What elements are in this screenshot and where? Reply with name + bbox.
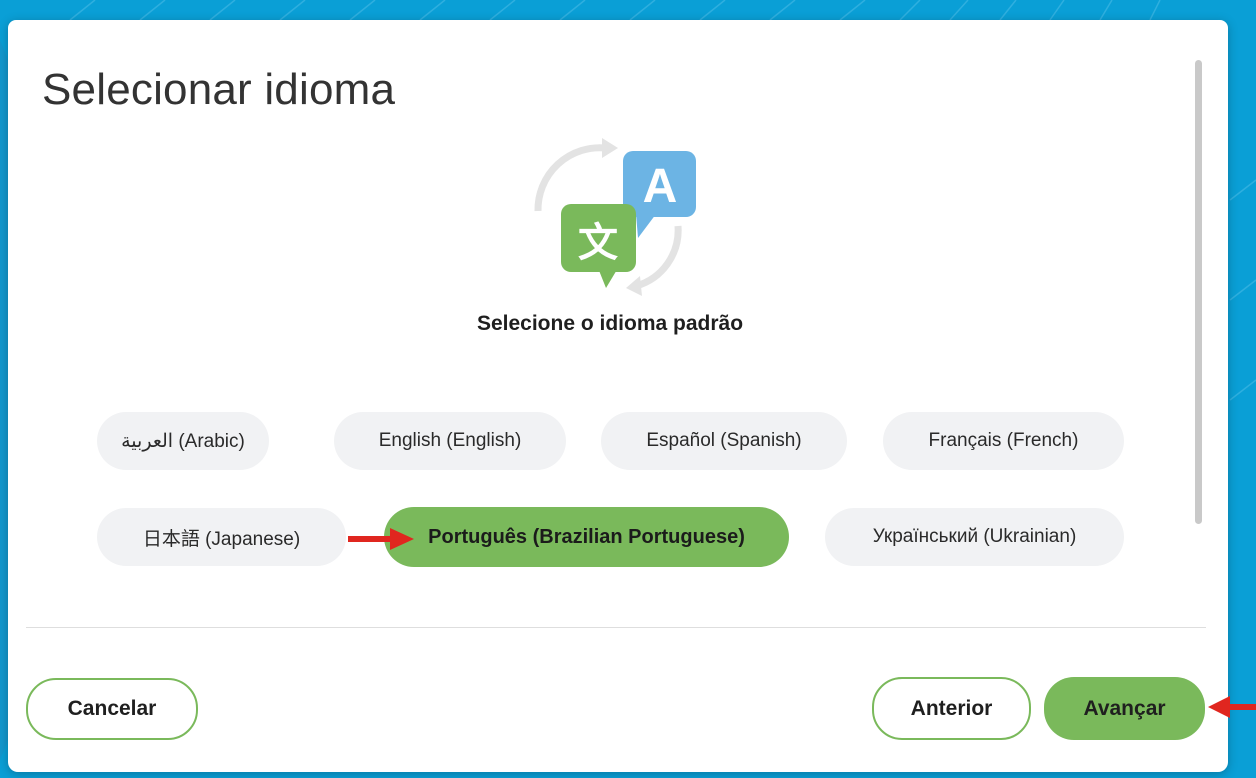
language-option-french[interactable]: Français (French): [883, 412, 1124, 470]
language-option-spanish[interactable]: Español (Spanish): [601, 412, 847, 470]
language-option-portuguese[interactable]: Português (Brazilian Portuguese): [384, 507, 789, 567]
language-option-japanese[interactable]: 日本語 (Japanese): [97, 508, 346, 566]
dialog-title: Selecionar idioma: [42, 65, 396, 114]
next-button[interactable]: Avançar: [1044, 677, 1205, 740]
svg-text:A: A: [643, 160, 678, 213]
language-translate-icon: A 文: [534, 138, 696, 296]
cancel-button[interactable]: Cancelar: [26, 678, 198, 740]
previous-button[interactable]: Anterior: [872, 677, 1031, 740]
language-option-arabic[interactable]: العربية (Arabic): [97, 412, 269, 470]
select-language-dialog: Selecionar idioma A 文 Selecione o idioma…: [8, 20, 1228, 772]
language-option-english[interactable]: English (English): [334, 412, 566, 470]
svg-text:文: 文: [578, 220, 618, 266]
scrollbar[interactable]: [1195, 60, 1202, 524]
annotation-arrow-icon: [348, 528, 414, 550]
dialog-subtitle: Selecione o idioma padrão: [476, 312, 744, 335]
language-option-ukrainian[interactable]: Український (Ukrainian): [825, 508, 1124, 566]
footer-divider: [26, 627, 1206, 628]
annotation-arrow-icon: [1208, 696, 1256, 718]
